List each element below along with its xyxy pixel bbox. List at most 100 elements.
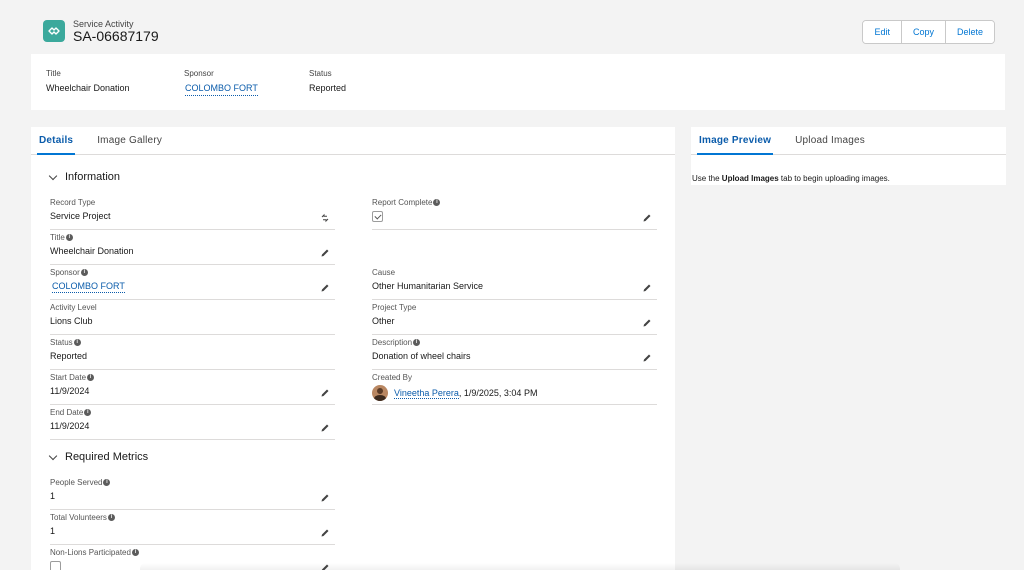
highlight-title-value: Wheelchair Donation [46,83,130,93]
field-record-type: Record Type Service Project [50,198,335,230]
service-activity-icon [43,20,65,42]
avatar[interactable] [372,385,388,401]
field-label: People Served [50,478,103,487]
upload-hint-text: Use the Upload Images tab to begin uploa… [692,174,890,183]
tab-image-preview[interactable]: Image Preview [696,127,774,155]
section-information-title: Information [65,171,121,183]
field-value: Lions Club [50,316,93,326]
section-information[interactable]: Information [48,171,121,183]
edit-button[interactable]: Edit [863,21,901,43]
field-value: 11/9/2024 [50,386,90,396]
field-value: 1 [50,526,56,536]
field-value: Other Humanitarian Service [372,281,484,291]
field-label: Total Volunteers [50,513,107,522]
field-activity-level: Activity Level Lions Club [50,303,335,335]
details-panel: Details Image Gallery Information Record… [31,127,675,570]
sponsor-link[interactable]: COLOMBO FORT [52,281,125,293]
field-description: Description i Donation of wheel chairs [372,338,657,370]
field-project-type: Project Type Other [372,303,657,335]
info-icon[interactable]: i [131,549,139,556]
info-icon[interactable]: i [107,514,115,521]
field-value: Donation of wheel chairs [372,351,471,361]
record-name: SA-06687179 [73,28,159,44]
pencil-icon[interactable] [642,213,652,223]
created-date: , 1/9/2025, 3:04 PM [458,388,538,398]
highlight-status-value: Reported [309,83,347,93]
info-icon[interactable]: i [433,199,441,206]
field-label: Report Complete [372,198,433,207]
info-icon[interactable]: i [73,339,81,346]
tab-details[interactable]: Details [36,127,76,155]
highlight-status-label: Status [309,69,332,78]
field-total-volunteers: Total Volunteers i 1 [50,513,335,545]
field-label: Created By [372,373,413,382]
field-end-date: End Date i 11/9/2024 [50,408,335,440]
tab-image-gallery[interactable]: Image Gallery [97,127,162,154]
field-cause: Cause Other Humanitarian Service [372,268,657,300]
field-created-by: Created By Vineetha Perera, 1/9/2025, 3:… [372,373,657,405]
delete-button[interactable]: Delete [944,21,994,43]
highlight-sponsor-link[interactable]: COLOMBO FORT [185,83,258,96]
report-complete-checkbox [372,211,383,222]
pencil-icon[interactable] [320,283,330,293]
pencil-icon[interactable] [320,423,330,433]
chevron-down-icon [48,171,58,180]
highlight-title: Title Wheelchair Donation [46,69,130,93]
pencil-icon[interactable] [320,493,330,503]
tab-upload-images[interactable]: Upload Images [795,127,865,154]
highlight-sponsor-label: Sponsor [184,69,214,78]
field-label: End Date [50,408,84,417]
pencil-icon[interactable] [642,353,652,363]
field-label: Activity Level [50,303,97,312]
pencil-icon[interactable] [320,388,330,398]
field-value: Other [372,316,395,326]
info-icon[interactable]: i [65,234,73,241]
image-panel: Image Preview Upload Images Use the Uplo… [691,127,1006,185]
section-required-metrics[interactable]: Required Metrics [48,451,149,463]
action-buttons: Edit Copy Delete [862,20,995,44]
highlights-panel: Title Wheelchair Donation Sponsor COLOMB… [31,54,1005,110]
field-label: Description [372,338,413,347]
field-label: Start Date [50,373,87,382]
field-label: Title [50,233,65,242]
field-value: Wheelchair Donation [50,246,134,256]
copy-button[interactable]: Copy [900,21,945,43]
field-label: Cause [372,268,396,277]
field-label: Non-Lions Participated [50,548,131,557]
right-tabset: Image Preview Upload Images [691,127,1006,155]
field-label: Project Type [372,303,417,312]
info-icon[interactable]: i [103,479,111,486]
field-value: Service Project [50,211,111,221]
pencil-icon[interactable] [320,528,330,538]
highlight-title-label: Title [46,69,61,78]
record-header: Service Activity SA-06687179 Edit Copy D… [31,8,1005,54]
change-record-type-icon[interactable] [320,213,330,223]
field-value: 11/9/2024 [50,421,90,431]
field-start-date: Start Date i 11/9/2024 [50,373,335,405]
chevron-down-icon [48,451,58,460]
field-status: Status i Reported [50,338,335,370]
field-label: Status [50,338,73,347]
left-tabset: Details Image Gallery [31,127,675,155]
non-lions-checkbox [50,561,61,570]
highlight-status: Status Reported [309,69,346,93]
field-value: Reported [50,351,88,361]
field-label: Record Type [50,198,96,207]
info-icon[interactable]: i [413,339,421,346]
pencil-icon[interactable] [642,283,652,293]
pencil-icon[interactable] [320,248,330,258]
info-icon[interactable]: i [80,269,88,276]
section-required-metrics-title: Required Metrics [65,451,149,463]
field-title: Title i Wheelchair Donation [50,233,335,265]
field-people-served: People Served i 1 [50,478,335,510]
info-icon[interactable]: i [87,374,95,381]
field-report-complete: Report Complete i [372,198,657,230]
floating-panel-edge [140,563,900,570]
pencil-icon[interactable] [642,318,652,328]
highlight-sponsor: Sponsor COLOMBO FORT [184,69,258,96]
field-label: Sponsor [50,268,80,277]
field-sponsor: Sponsor i COLOMBO FORT [50,268,335,300]
info-icon[interactable]: i [84,409,92,416]
created-by-user-link[interactable]: Vineetha Perera [394,388,459,399]
field-value: 1 [50,491,56,501]
